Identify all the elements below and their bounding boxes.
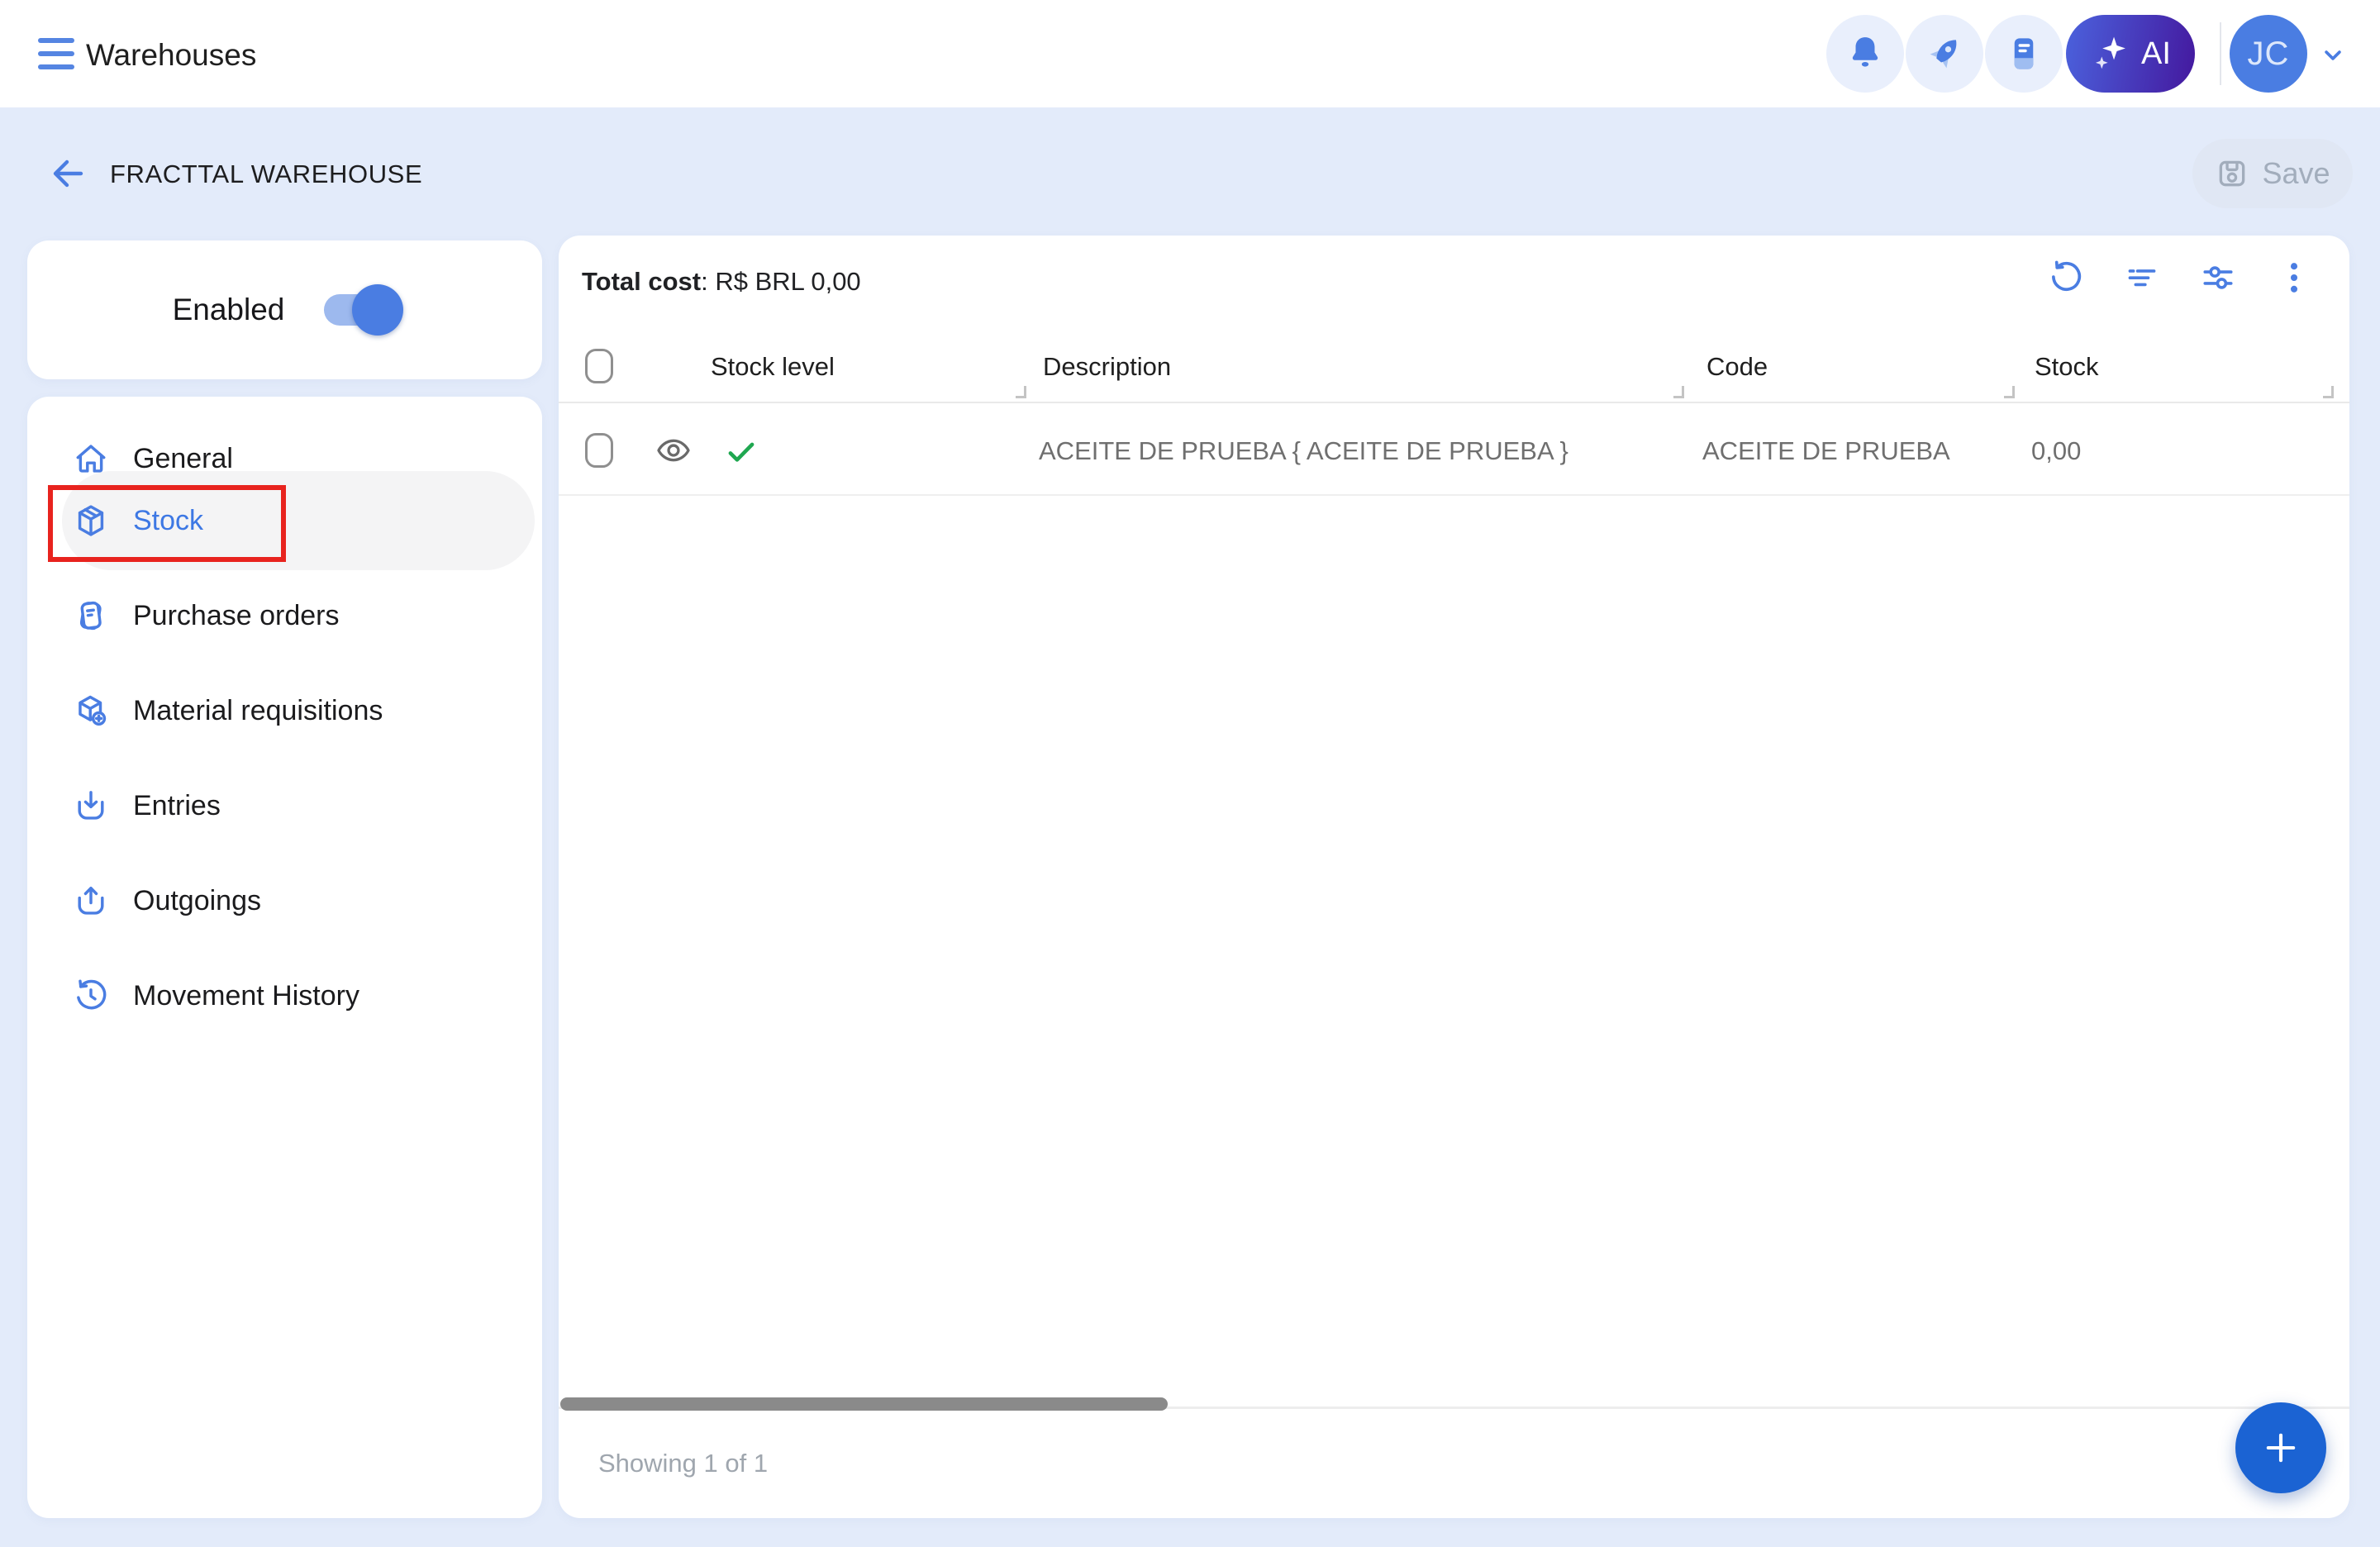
back-button[interactable] <box>48 154 88 193</box>
enabled-card: Enabled <box>27 240 542 379</box>
total-cost-value: : R$ BRL 0,00 <box>701 267 861 296</box>
total-cost-label: Total cost <box>582 267 701 296</box>
column-resize-handle[interactable] <box>1673 386 1684 398</box>
movement-history-icon <box>72 977 110 1015</box>
column-header-code[interactable]: Code <box>1706 352 1768 382</box>
sidebar-item-label: Movement History <box>133 980 359 1012</box>
column-resize-handle[interactable] <box>2323 386 2334 398</box>
sidebar-item-label: General <box>133 443 233 475</box>
enabled-toggle[interactable] <box>324 294 397 326</box>
save-button[interactable]: Save <box>2192 139 2353 208</box>
table-header: Stock level Description Code Stock <box>559 331 2349 403</box>
horizontal-scrollbar-thumb[interactable] <box>560 1397 1168 1411</box>
total-cost: Total cost: R$ BRL 0,00 <box>582 267 861 297</box>
row-code: ACEITE DE PRUEBA <box>1702 436 1950 466</box>
toggle-knob <box>352 284 403 336</box>
kebab-menu-icon[interactable] <box>2275 259 2313 297</box>
row-checkbox[interactable] <box>585 433 613 468</box>
save-icon <box>2215 156 2249 191</box>
red-highlight-annotation <box>48 485 286 562</box>
column-header-stock[interactable]: Stock <box>2035 352 2099 382</box>
docs-button[interactable] <box>1985 15 2063 93</box>
bell-icon <box>1844 32 1887 75</box>
filter-icon[interactable] <box>2123 259 2161 297</box>
outgoings-icon <box>72 882 110 920</box>
sliders-icon[interactable] <box>2199 259 2237 297</box>
table-toolbar <box>2047 259 2313 297</box>
pagination-status: Showing 1 of 1 <box>598 1449 768 1478</box>
warehouse-title: FRACTTAL WAREHOUSE <box>110 159 422 189</box>
document-icon <box>2002 32 2045 75</box>
plus-icon <box>2259 1426 2302 1469</box>
ai-button-label: AI <box>2141 36 2171 72</box>
green-check-icon <box>724 435 759 469</box>
topbar: Warehouses <box>0 0 2380 107</box>
sidebar-item-entries[interactable]: Entries <box>72 779 529 832</box>
warehouses-page: Warehouses <box>0 0 2380 1547</box>
notifications-button[interactable] <box>1826 15 1904 93</box>
refresh-icon[interactable] <box>2047 259 2085 297</box>
topbar-divider <box>2220 22 2221 85</box>
eye-icon[interactable] <box>654 431 693 469</box>
column-header-stock-level[interactable]: Stock level <box>711 352 835 382</box>
sidebar-item-label: Purchase orders <box>133 600 339 632</box>
sidebar-item-general[interactable]: General <box>72 432 529 485</box>
add-item-fab[interactable] <box>2235 1402 2326 1493</box>
chevron-down-icon[interactable] <box>2317 40 2349 71</box>
user-avatar[interactable]: JC <box>2230 15 2307 93</box>
row-description: ACEITE DE PRUEBA { ACEITE DE PRUEBA } <box>1039 436 1568 466</box>
sidebar-item-outgoings[interactable]: Outgoings <box>72 874 529 927</box>
page-title: Warehouses <box>86 38 256 73</box>
sidebar-item-label: Outgoings <box>133 885 261 917</box>
material-requisitions-icon <box>72 692 110 730</box>
sidebar-item-movement-history[interactable]: Movement History <box>72 969 529 1022</box>
column-resize-handle[interactable] <box>1016 386 1026 398</box>
select-all-checkbox[interactable] <box>585 349 613 383</box>
row-stock: 0,00 <box>2031 436 2081 466</box>
sparkle-icon <box>2090 32 2133 75</box>
save-button-label: Save <box>2262 156 2330 191</box>
stock-panel: Total cost: R$ BRL 0,00 <box>559 236 2349 1518</box>
home-icon <box>72 440 110 478</box>
sidebar-item-label: Material requisitions <box>133 695 383 727</box>
hamburger-menu-icon[interactable] <box>35 33 78 74</box>
column-header-description[interactable]: Description <box>1043 352 1171 382</box>
enabled-label: Enabled <box>173 293 285 327</box>
entries-icon <box>72 787 110 825</box>
column-resize-handle[interactable] <box>2004 386 2015 398</box>
sidebar-item-label: Entries <box>133 790 221 822</box>
ai-assistant-button[interactable]: AI <box>2066 15 2195 93</box>
sidebar-item-purchase-orders[interactable]: Purchase orders <box>72 589 529 642</box>
whats-new-button[interactable] <box>1906 15 1983 93</box>
sidebar-menu: General Stock Purchas <box>27 397 542 1518</box>
avatar-initials: JC <box>2248 36 2290 73</box>
table-row[interactable]: ACEITE DE PRUEBA { ACEITE DE PRUEBA } AC… <box>559 405 2349 496</box>
purchase-orders-icon <box>72 597 110 635</box>
sidebar-item-material-requisitions[interactable]: Material requisitions <box>72 684 529 737</box>
rocket-icon <box>1923 32 1966 75</box>
